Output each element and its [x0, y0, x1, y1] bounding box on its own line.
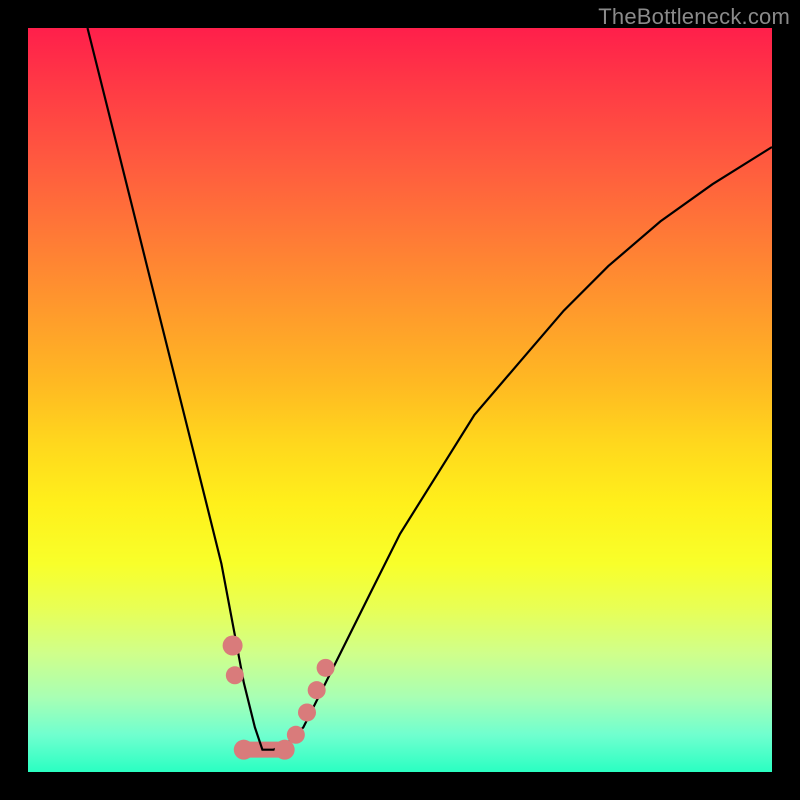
chart-svg	[28, 28, 772, 772]
valley-left-end	[234, 740, 254, 760]
v-curve	[88, 28, 773, 750]
left-dot-lower	[226, 666, 244, 684]
plot-area	[28, 28, 772, 772]
left-dot-upper	[223, 636, 243, 656]
watermark-text: TheBottleneck.com	[598, 4, 790, 30]
right-rise-2	[298, 703, 316, 721]
right-rise-3	[308, 681, 326, 699]
right-rise-4	[317, 659, 335, 677]
chart-frame: TheBottleneck.com	[0, 0, 800, 800]
right-rise-1	[287, 726, 305, 744]
